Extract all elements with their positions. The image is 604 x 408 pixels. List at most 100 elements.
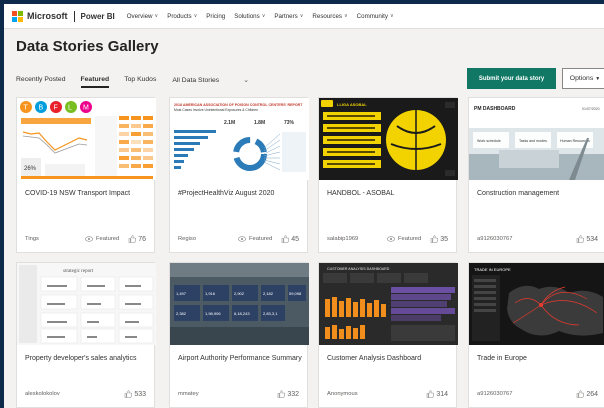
story-card[interactable]: PM DASHBOARD 01/07/2020 Work schedule Ta… bbox=[468, 97, 604, 253]
story-card[interactable]: strategic report Property developer's sa… bbox=[16, 262, 156, 408]
thumbs-up-icon bbox=[281, 235, 290, 243]
story-footer: a9126030767 534 bbox=[477, 235, 598, 243]
chevron-down-icon: ⌄ bbox=[243, 77, 250, 84]
story-title[interactable]: Customer Analysis Dashboard bbox=[327, 355, 421, 362]
svg-text:Tasks and modes: Tasks and modes bbox=[519, 139, 547, 143]
kudos-count[interactable]: 533 bbox=[124, 390, 146, 398]
story-thumbnail[interactable]: 2018 AMERICAN ASSOCIATION OF POISON CONT… bbox=[170, 98, 309, 180]
story-author[interactable]: Tings bbox=[25, 236, 85, 242]
nav-item-community[interactable]: Community ∨ bbox=[357, 13, 394, 20]
story-title[interactable]: Airport Authority Performance Summary bbox=[178, 355, 302, 362]
chevron-down-icon: ∨ bbox=[154, 13, 159, 19]
svg-text:Most Cases Involve Unintention: Most Cases Involve Unintentional Exposur… bbox=[174, 108, 258, 112]
svg-text:1.8M: 1.8M bbox=[254, 120, 265, 126]
story-footer: Anonymous 314 bbox=[327, 390, 448, 398]
thumbs-up-icon bbox=[128, 235, 137, 243]
story-title[interactable]: HANDBOL - ASOBAL bbox=[327, 190, 394, 197]
nav-item-pricing[interactable]: Pricing bbox=[206, 13, 225, 20]
story-thumbnail[interactable]: PM DASHBOARD 01/07/2020 Work schedule Ta… bbox=[469, 98, 604, 180]
top-nav: Microsoft Power BI Overview ∨ Products ∨ Pri… bbox=[4, 4, 604, 29]
kudos-count[interactable]: 534 bbox=[576, 235, 598, 243]
kudos-count[interactable]: 35 bbox=[430, 235, 448, 243]
kudos-count[interactable]: 45 bbox=[281, 235, 299, 243]
story-author[interactable]: Regiso bbox=[178, 236, 238, 242]
story-card[interactable]: CUSTOMER ANALYSIS DASHBOARD Customer Ana… bbox=[318, 262, 458, 408]
nav-item-solutions[interactable]: Solutions ∨ bbox=[234, 13, 265, 20]
story-thumbnail[interactable]: 1,497 1,916 2,902 2,182 59,098 2,382 1,9… bbox=[170, 263, 309, 345]
chevron-down-icon: ∨ bbox=[389, 13, 394, 19]
chevron-down-icon: ∨ bbox=[344, 13, 348, 19]
svg-text:F: F bbox=[54, 105, 58, 112]
nav-item-overview[interactable]: Overview ∨ bbox=[127, 13, 158, 20]
nav-item-partners[interactable]: Partners ∨ bbox=[274, 13, 303, 20]
story-thumbnail[interactable]: TRADE IN EUROPE bbox=[469, 263, 604, 345]
story-title[interactable]: Property developer's sales analytics bbox=[25, 355, 136, 362]
story-filter-label: All Data Stories bbox=[172, 76, 220, 84]
story-author[interactable]: a9126030767 bbox=[477, 236, 576, 242]
story-thumbnail[interactable]: LLIGA ASOBAL bbox=[319, 98, 458, 180]
story-thumbnail[interactable]: T B F L M 26% bbox=[17, 98, 156, 180]
tab-top-kudos[interactable]: Top Kudos bbox=[124, 76, 156, 88]
featured-badge: Featured bbox=[85, 236, 119, 242]
options-button[interactable]: Options ▼ bbox=[562, 68, 604, 89]
story-card[interactable]: TRADE IN EUROPE Trade in Europe a9126030… bbox=[468, 262, 604, 408]
svg-text:B: B bbox=[39, 105, 44, 112]
svg-text:2018 AMERICAN ASSOCIATION OF P: 2018 AMERICAN ASSOCIATION OF POISON CONT… bbox=[174, 103, 303, 107]
story-footer: salabip1969 Featured 35 bbox=[327, 235, 448, 243]
svg-text:1,916: 1,916 bbox=[205, 291, 216, 296]
story-title[interactable]: #ProjectHealthViz August 2020 bbox=[178, 190, 274, 197]
featured-badge: Featured bbox=[238, 236, 272, 242]
featured-badge: Featured bbox=[387, 236, 421, 242]
tab-featured[interactable]: Featured bbox=[80, 76, 109, 88]
svg-text:2.1M: 2.1M bbox=[224, 120, 235, 126]
story-filter-dropdown[interactable]: All Data Stories ⌄ bbox=[172, 76, 249, 88]
submit-data-story-button[interactable]: Submit your data story bbox=[467, 68, 556, 89]
kudos-count[interactable]: 332 bbox=[277, 390, 299, 398]
story-author[interactable]: aleskolokolov bbox=[25, 391, 124, 397]
story-title[interactable]: Construction management bbox=[477, 190, 559, 197]
svg-text:Work schedule: Work schedule bbox=[477, 139, 501, 143]
gallery-tabs: Recently Posted Featured Top Kudos All D… bbox=[16, 76, 264, 88]
eye-icon bbox=[387, 236, 395, 242]
kudos-count[interactable]: 76 bbox=[128, 235, 146, 243]
product-name[interactable]: Power BI bbox=[81, 12, 115, 21]
story-author[interactable]: a9126030767 bbox=[477, 391, 576, 397]
svg-text:T: T bbox=[24, 105, 29, 112]
nav-item-resources[interactable]: Resources ∨ bbox=[312, 13, 347, 20]
story-card[interactable]: 2018 AMERICAN ASSOCIATION OF POISON CONT… bbox=[169, 97, 309, 253]
browser-page: Microsoft Power BI Overview ∨ Products ∨ Pri… bbox=[4, 4, 604, 408]
thumbs-up-icon bbox=[430, 235, 439, 243]
page-title: Data Stories Gallery bbox=[16, 38, 159, 55]
kudos-count[interactable]: 314 bbox=[426, 390, 448, 398]
story-footer: Regiso Featured 45 bbox=[178, 235, 299, 243]
svg-text:6,18,243: 6,18,243 bbox=[234, 311, 250, 316]
svg-text:LLIGA ASOBAL: LLIGA ASOBAL bbox=[337, 102, 367, 107]
svg-text:26%: 26% bbox=[24, 166, 37, 172]
chevron-down-icon: ∨ bbox=[193, 13, 198, 19]
svg-text:L: L bbox=[68, 105, 72, 112]
story-author[interactable]: salabip1969 bbox=[327, 236, 387, 242]
svg-text:M: M bbox=[83, 105, 89, 112]
microsoft-logo-icon[interactable] bbox=[12, 10, 23, 22]
story-thumbnail[interactable]: CUSTOMER ANALYSIS DASHBOARD bbox=[319, 263, 458, 345]
story-author[interactable]: Anonymous bbox=[327, 391, 426, 397]
story-footer: aleskolokolov 533 bbox=[25, 390, 146, 398]
story-footer: mmatey 332 bbox=[178, 390, 299, 398]
svg-text:1,497: 1,497 bbox=[176, 291, 187, 296]
tab-recently-posted[interactable]: Recently Posted bbox=[16, 76, 66, 88]
nav-item-products[interactable]: Products ∨ bbox=[167, 13, 197, 20]
story-title[interactable]: COVID-19 NSW Transport Impact bbox=[25, 190, 130, 197]
svg-text:strategic report: strategic report bbox=[63, 269, 94, 274]
story-card[interactable]: LLIGA ASOBAL HANDBOL - ASOBAL salabip196… bbox=[318, 97, 458, 253]
story-title[interactable]: Trade in Europe bbox=[477, 355, 527, 362]
story-footer: Tings Featured 76 bbox=[25, 235, 146, 243]
svg-text:2,182: 2,182 bbox=[263, 291, 274, 296]
eye-icon bbox=[85, 236, 93, 242]
story-thumbnail[interactable]: strategic report bbox=[17, 263, 156, 345]
kudos-count[interactable]: 264 bbox=[576, 390, 598, 398]
microsoft-brand[interactable]: Microsoft bbox=[27, 11, 68, 21]
story-card[interactable]: T B F L M 26% COVID-19 NSW Transport Imp… bbox=[16, 97, 156, 253]
story-card[interactable]: 1,497 1,916 2,902 2,182 59,098 2,382 1,9… bbox=[169, 262, 309, 408]
svg-text:2,902: 2,902 bbox=[234, 291, 245, 296]
story-author[interactable]: mmatey bbox=[178, 391, 277, 397]
